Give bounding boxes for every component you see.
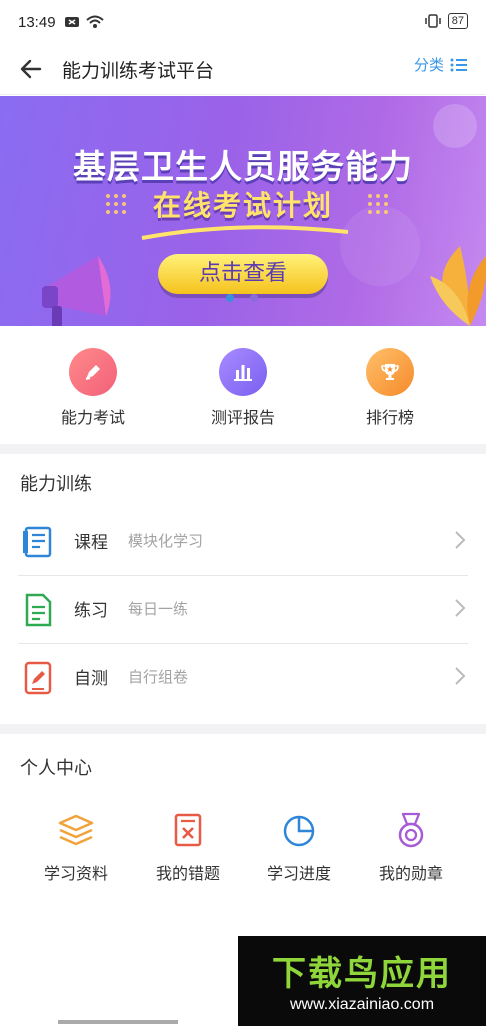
page-title: 能力训练考试平台	[62, 60, 215, 82]
pagination-dot	[250, 294, 258, 302]
quick-item-leaderboard[interactable]: 排行榜	[330, 348, 450, 428]
wifi-icon	[86, 15, 104, 28]
layers-icon	[58, 814, 94, 846]
personal-item-wrong-questions[interactable]: 我的错题	[138, 810, 238, 884]
list-icon	[450, 58, 467, 71]
training-item-subtitle: 模块化学习	[128, 532, 204, 550]
training-item-title: 练习	[74, 601, 108, 621]
document-icon	[25, 593, 52, 627]
edit-tablet-icon	[24, 661, 52, 695]
personal-item-label: 学习资料	[43, 864, 108, 883]
watermark-brand: 下载鸟应用	[272, 954, 452, 994]
section-divider	[0, 444, 486, 454]
medal-icon	[398, 812, 424, 848]
training-item-subtitle: 每日一练	[128, 600, 189, 618]
personal-item-label: 我的勋章	[378, 864, 443, 883]
pagination-dot-active	[226, 294, 234, 302]
banner-view-button[interactable]: 点击查看	[158, 254, 328, 294]
category-label: 分类	[413, 56, 444, 74]
personal-item-study-materials[interactable]: 学习资料	[26, 810, 126, 884]
status-time: 13:49	[18, 14, 56, 31]
quick-item-label: 测评报告	[210, 408, 275, 427]
bar-chart-icon	[234, 365, 252, 381]
bottom-indicator	[58, 1020, 178, 1024]
app-header: 能力训练考试平台 分类	[0, 44, 486, 95]
chevron-right-icon	[455, 531, 466, 549]
personal-item-label: 我的错题	[155, 864, 220, 883]
quick-actions: 能力考试 测评报告 排行榜	[0, 340, 486, 440]
personal-section-title: 个人中心	[20, 758, 92, 779]
banner-underline-swoosh	[141, 225, 349, 240]
banner-subheadline: 在线考试计划	[152, 189, 333, 222]
wrong-questions-icon	[174, 813, 202, 847]
chevron-right-icon	[455, 599, 466, 617]
vibrate-icon	[425, 14, 441, 28]
training-item-self-test[interactable]: 自测 自行组卷	[18, 644, 468, 711]
section-divider	[0, 724, 486, 734]
book-icon	[23, 526, 52, 558]
pen-icon	[85, 365, 100, 380]
training-item-title: 自测	[74, 669, 108, 689]
pie-chart-icon	[283, 815, 315, 847]
personal-item-label: 学习进度	[266, 864, 331, 883]
banner-headline: 基层卫生人员服务能力	[73, 147, 413, 186]
trophy-icon	[381, 364, 399, 380]
banner-pagination	[226, 294, 258, 302]
status-bar: 13:49 87	[0, 0, 486, 44]
training-item-course[interactable]: 课程 模块化学习	[18, 508, 468, 576]
personal-item-my-medals[interactable]: 我的勋章	[361, 810, 461, 884]
category-button[interactable]: 分类	[414, 54, 468, 75]
quick-item-ability-exam[interactable]: 能力考试	[33, 348, 153, 428]
battery-indicator: 87	[447, 13, 468, 29]
back-arrow-icon[interactable]	[18, 56, 44, 82]
quick-item-label: 能力考试	[60, 408, 125, 427]
watermark-url: www.xiazainiao.com	[289, 996, 435, 1013]
quick-item-assessment-report[interactable]: 测评报告	[183, 348, 303, 428]
training-item-title: 课程	[74, 533, 108, 553]
notification-icon	[65, 17, 79, 27]
promo-banner[interactable]: 基层卫生人员服务能力 在线考试计划 点击查看	[0, 96, 486, 326]
training-section-title: 能力训练	[20, 474, 92, 495]
watermark: 下载鸟应用 www.xiazainiao.com	[238, 936, 486, 1026]
quick-item-label: 排行榜	[365, 408, 414, 427]
chevron-right-icon	[455, 667, 466, 685]
personal-item-study-progress[interactable]: 学习进度	[249, 810, 349, 884]
training-item-practice[interactable]: 练习 每日一练	[18, 576, 468, 644]
training-item-subtitle: 自行组卷	[128, 668, 189, 686]
